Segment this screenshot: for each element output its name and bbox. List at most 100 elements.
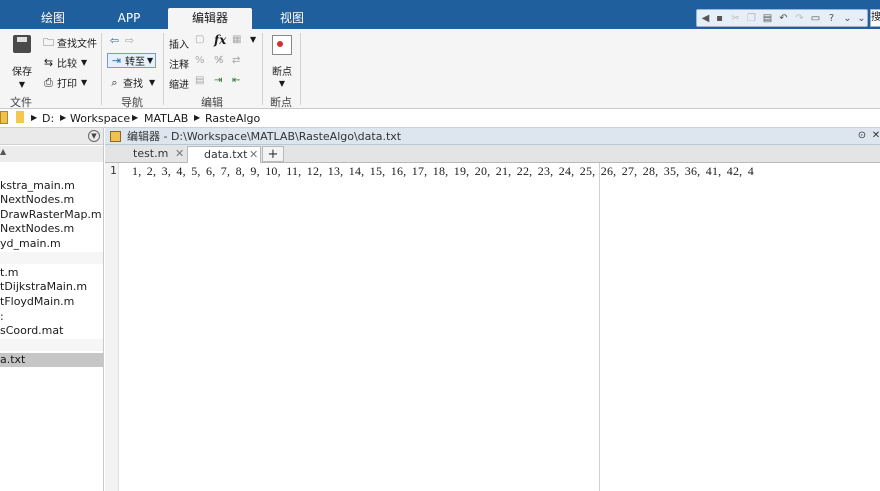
find-button[interactable]: ⌕ 查找 ▼ — [108, 75, 155, 90]
indent-label: 缩进 — [169, 80, 189, 91]
line-number: 1 — [110, 164, 117, 177]
insert-section-icon[interactable]: ▢ — [195, 34, 204, 45]
file-item[interactable]: sCoord.mat — [0, 324, 103, 338]
increase-indent-icon[interactable]: ⇥ — [214, 75, 222, 86]
panel-menu-icon[interactable]: ⊙ — [856, 130, 868, 142]
file-item[interactable]: tFloydMain.m — [0, 295, 103, 309]
editor-ribbon: 保存 ▼ 🗀 查找文件 ⇆ 比较 ▼ ⎙ 打印 ▼ 文件 ⇦ ⇨ ⇥ 转至 ▼ … — [0, 29, 880, 109]
close-icon[interactable]: ✕ — [175, 146, 184, 162]
matlab-window: 绘图 APP 编辑器 视图 ◀ ▪ ✂ ❐ ▤ ↶ ↷ ▭ ? ⌄ ⌄ 搜 保存… — [0, 0, 880, 491]
chevron-down-icon: ▼ — [18, 80, 26, 89]
editor-title: 编辑器 - D:\Workspace\MATLAB\RasteAlgo\data… — [127, 130, 402, 143]
editor-tab-data-txt[interactable]: data.txt ✕ — [187, 146, 261, 163]
forward-arrow-icon[interactable]: ⇨ — [123, 34, 136, 47]
switch-windows-icon[interactable]: ▭ — [809, 12, 822, 25]
file-item[interactable]: yd_main.m — [0, 237, 103, 251]
toolbar-arrow-icon: ◀ — [701, 13, 710, 24]
editor-tab-strip: test.m ✕ data.txt ✕ + — [105, 145, 880, 163]
navigate-group-label: 导航 — [121, 96, 143, 109]
save-button[interactable]: 保存 ▼ — [10, 35, 34, 89]
close-icon[interactable]: ✕ — [870, 130, 880, 142]
back-arrow-icon[interactable]: ⇦ — [108, 34, 121, 47]
path-separator-icon: ▶ — [60, 113, 67, 122]
tab-editor[interactable]: 编辑器 — [168, 8, 252, 29]
path-separator-icon: ▶ — [31, 113, 38, 122]
print-button[interactable]: ⎙ 打印 ▼ — [42, 75, 87, 90]
editor-tab-test-m[interactable]: test.m ✕ — [117, 146, 187, 163]
file-item[interactable]: tDijkstraMain.m — [0, 280, 103, 294]
file-item[interactable]: DrawRasterMap.m — [0, 208, 103, 222]
wrap-comment-icon[interactable]: ⇄ — [232, 55, 240, 66]
redo-icon[interactable]: ↷ — [793, 12, 806, 25]
panel-menu-icon[interactable]: ▼ — [88, 130, 100, 142]
find-files-button[interactable]: 🗀 查找文件 — [42, 35, 97, 50]
path-drive[interactable]: D: — [42, 112, 54, 125]
tab-apps[interactable]: APP — [92, 8, 166, 29]
percent-icon[interactable]: % — [195, 55, 205, 66]
insert-function-icon[interactable]: ▦ — [232, 34, 241, 45]
path-separator-icon: ▶ — [132, 113, 139, 122]
right-text-limit-line — [599, 163, 600, 491]
group-divider — [0, 252, 103, 264]
current-folder-header: ▼ — [0, 128, 103, 145]
undo-icon[interactable]: ↶ — [777, 12, 790, 25]
help-icon[interactable]: ? — [825, 12, 838, 25]
file-item[interactable]: NextNodes.m — [0, 222, 103, 236]
file-item[interactable]: : — [0, 310, 103, 324]
editor-tab-label: test.m — [133, 147, 169, 160]
file-item[interactable]: kstra_main.m — [0, 179, 103, 193]
sort-up-icon[interactable]: ▲ — [0, 147, 6, 156]
breakpoint-icon — [272, 35, 292, 55]
uncomment-icon[interactable]: %̸ — [214, 55, 224, 66]
copy-icon[interactable]: ❐ — [745, 12, 758, 25]
fx-button[interactable]: fx — [214, 33, 226, 47]
find-files-label: 查找文件 — [57, 39, 97, 50]
insert-label: 插入 — [169, 40, 189, 51]
decrease-indent-icon[interactable]: ⇤ — [232, 75, 240, 86]
close-icon[interactable]: ✕ — [249, 147, 258, 163]
save-label: 保存 — [12, 67, 32, 78]
current-folder-bar[interactable]: ▶ D: ▶ Workspace ▶ MATLAB ▶ RasteAlgo — [0, 109, 880, 128]
new-tab-button[interactable]: + — [262, 146, 284, 162]
print-label: 打印 — [57, 79, 77, 90]
paste-icon[interactable]: ▤ — [761, 12, 774, 25]
search-input[interactable]: 搜 — [870, 9, 880, 27]
ribbon-divider — [300, 33, 301, 105]
expand-icon[interactable]: ⌄ — [841, 12, 854, 25]
save-icon[interactable]: ▪ — [713, 12, 726, 25]
path-segment-matlab[interactable]: MATLAB — [144, 112, 188, 125]
tab-view[interactable]: 视图 — [254, 8, 330, 29]
find-files-icon: 🗀 — [43, 36, 54, 49]
floppy-disk-icon — [13, 35, 31, 53]
ribbon-tab-bar: 绘图 APP 编辑器 视图 ◀ ▪ ✂ ❐ ▤ ↶ ↷ ▭ ? ⌄ ⌄ 搜 — [0, 0, 880, 29]
path-segment-workspace[interactable]: Workspace — [70, 112, 130, 125]
comment-label: 注释 — [169, 60, 189, 71]
compare-button[interactable]: ⇆ 比较 ▼ — [42, 55, 87, 70]
compare-label: 比较 — [57, 59, 77, 70]
path-segment-rastealgo[interactable]: RasteAlgo — [205, 112, 260, 125]
column-header[interactable]: ▲ — [0, 146, 103, 162]
file-group-label: 文件 — [10, 96, 32, 109]
chevron-down-icon: ▼ — [278, 79, 286, 88]
file-item-selected[interactable]: a.txt — [0, 353, 103, 367]
breakpoints-button[interactable]: 断点 ▼ — [270, 35, 294, 90]
chevron-down-icon: ▼ — [81, 78, 88, 87]
file-item[interactable]: NextNodes.m — [0, 193, 103, 207]
cut-icon[interactable]: ✂ — [729, 12, 742, 25]
tab-plots[interactable]: 绘图 — [14, 8, 92, 29]
goto-label: 转至 — [125, 57, 145, 68]
back-forward-buttons[interactable]: ⇦ ⇨ — [108, 34, 138, 47]
file-item[interactable]: t.m — [0, 266, 103, 280]
ribbon-divider — [101, 33, 102, 105]
chevron-down-icon: ▼ — [149, 78, 156, 87]
code-line[interactable]: 1, 2, 3, 4, 5, 6, 7, 8, 9, 10, 11, 12, 1… — [132, 164, 754, 179]
chevron-down-icon[interactable]: ⌄ — [855, 12, 868, 25]
folder-nav-icon[interactable] — [0, 111, 8, 124]
path-separator-icon: ▶ — [194, 113, 201, 122]
editor-panel: 编辑器 - D:\Workspace\MATLAB\RasteAlgo\data… — [105, 128, 880, 491]
chevron-down-icon[interactable]: ▼ — [250, 35, 256, 44]
chevron-down-icon: ▼ — [81, 58, 88, 67]
smart-indent-icon[interactable]: ▤ — [195, 75, 204, 86]
line-number-gutter — [105, 163, 119, 491]
goto-button[interactable]: ⇥ 转至 ▼ — [107, 53, 157, 68]
